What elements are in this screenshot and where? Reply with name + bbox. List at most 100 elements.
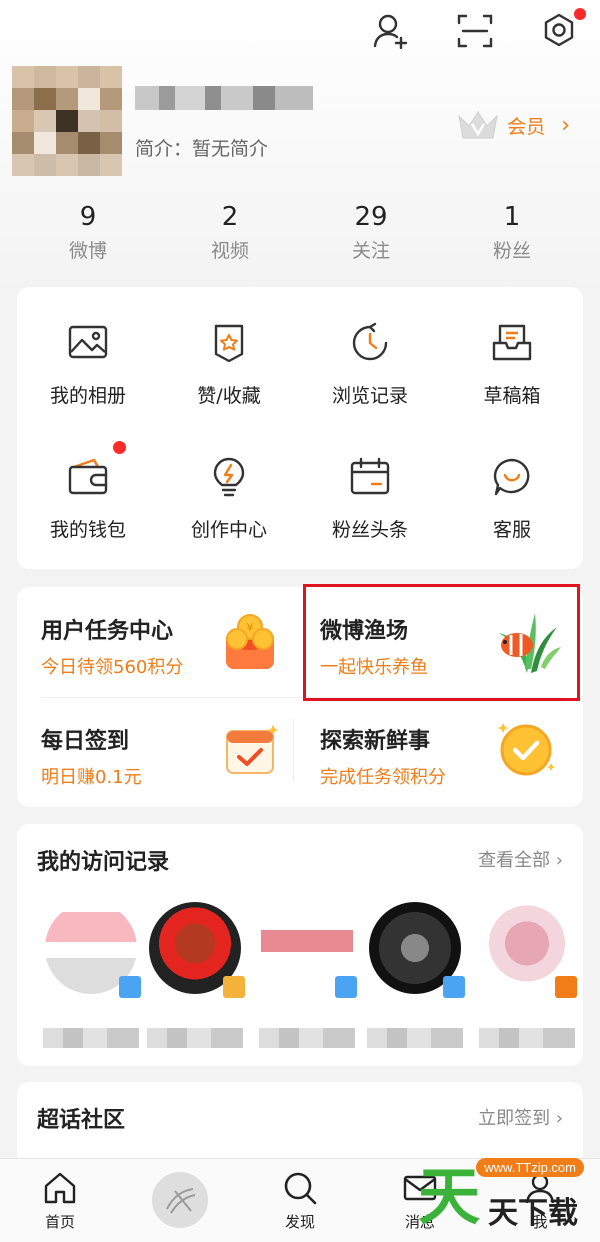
checkmark-badge-icon — [495, 717, 557, 783]
watermark-logo-char: 天 — [418, 1160, 481, 1233]
highlight-box — [303, 584, 580, 701]
super-topic-title: 超话社区 — [37, 1108, 126, 1133]
crown-icon — [458, 111, 498, 139]
video-channel-icon — [152, 1172, 208, 1228]
stat-weibo[interactable]: 9 微博 — [38, 200, 138, 263]
visitor-name-blurred — [147, 1028, 243, 1048]
grid-item-drafts[interactable]: 草稿箱 — [442, 321, 582, 408]
visitor-name-blurred — [479, 1028, 575, 1048]
visit-records-title: 我的访问记录 — [37, 850, 170, 875]
grid-item-label: 赞/收藏 — [197, 385, 261, 407]
grid-item-label: 草稿箱 — [483, 385, 541, 407]
vip-chevron: › — [561, 112, 570, 138]
tools-grid-card: 我的相册 赞/收藏 浏览记录 草稿箱 我的钱包 创作中心 粉丝头条 客服 — [17, 287, 583, 569]
vip-label: 会员 — [507, 115, 546, 138]
stat-number: 1 — [503, 202, 521, 232]
visit-records-card: 我的访问记录 查看全部 › — [17, 824, 583, 1066]
stat-video[interactable]: 2 视频 — [180, 200, 280, 263]
stat-label: 视频 — [210, 240, 249, 262]
visitor-avatar — [369, 902, 465, 998]
watermark-url: www.TTzip.com — [476, 1158, 584, 1177]
lightbulb-icon — [207, 455, 251, 499]
visitor-name-blurred — [259, 1028, 355, 1048]
username-blurred — [135, 86, 313, 110]
visit-user[interactable] — [145, 902, 245, 1048]
task-title: 探索新鲜事 — [320, 729, 431, 754]
history-icon — [348, 321, 392, 365]
profile-bio: 简介：暂无简介 — [135, 138, 269, 160]
stat-label: 关注 — [351, 240, 390, 262]
favorite-icon — [207, 321, 251, 365]
verified-badge — [223, 976, 245, 998]
task-daily-checkin[interactable]: 每日签到 明日赚0.1元 — [41, 723, 142, 789]
grid-item-album[interactable]: 我的相册 — [18, 321, 158, 408]
nav-discover[interactable]: 发现 — [260, 1169, 340, 1232]
customer-service-icon — [490, 455, 534, 499]
top-bar — [370, 8, 586, 52]
task-explore-news[interactable]: 探索新鲜事 完成任务领积分 — [320, 723, 446, 789]
grid-item-label: 我的钱包 — [49, 519, 126, 541]
task-subtitle: 今日待领560积分 — [41, 657, 184, 678]
verified-badge — [555, 976, 577, 998]
nav-label: 发现 — [284, 1213, 315, 1231]
task-title: 用户任务中心 — [41, 619, 174, 644]
visitor-avatar — [261, 902, 357, 998]
svg-text:¥: ¥ — [247, 621, 254, 634]
visit-user[interactable] — [257, 902, 357, 1048]
grid-item-fan-headline[interactable]: 粉丝头条 — [300, 455, 440, 542]
search-icon — [284, 1172, 317, 1205]
task-user-center[interactable]: 用户任务中心 今日待领560积分 — [41, 613, 183, 679]
verified-badge — [335, 976, 357, 998]
watermark-logo-text: 天下载 — [488, 1196, 578, 1231]
home-icon — [44, 1172, 76, 1204]
stat-label: 微博 — [68, 240, 107, 262]
settings-gear-icon[interactable] — [538, 8, 586, 52]
visitor-name-blurred — [367, 1028, 463, 1048]
task-subtitle: 完成任务领积分 — [320, 767, 446, 788]
grid-item-wallet[interactable]: 我的钱包 — [18, 441, 158, 542]
view-all-link[interactable]: 查看全部 › — [478, 846, 563, 872]
verified-badge — [443, 976, 465, 998]
photo-album-icon — [66, 321, 110, 365]
grid-item-history[interactable]: 浏览记录 — [300, 321, 440, 408]
stat-following[interactable]: 29 关注 — [321, 200, 421, 263]
nav-label: 首页 — [44, 1213, 75, 1231]
grid-item-label: 浏览记录 — [331, 385, 408, 407]
nav-video[interactable] — [140, 1171, 220, 1233]
vip-entry[interactable]: 会员 › — [455, 108, 570, 142]
grid-item-favorites[interactable]: 赞/收藏 — [159, 321, 299, 408]
calendar-icon — [348, 455, 392, 499]
notification-dot — [574, 8, 586, 20]
divider — [293, 719, 294, 781]
visit-user[interactable] — [41, 902, 141, 1048]
site-watermark: 天 天下载 www.TTzip.com — [412, 1148, 600, 1242]
wallet-icon — [66, 441, 126, 499]
stat-number: 9 — [79, 202, 97, 232]
task-title: 每日签到 — [41, 729, 130, 754]
grid-item-customer-service[interactable]: 客服 — [442, 455, 582, 542]
grid-item-label: 我的相册 — [49, 385, 126, 407]
visitor-avatar — [45, 902, 141, 998]
notification-dot — [113, 441, 126, 454]
grid-item-label: 创作中心 — [190, 519, 267, 541]
scan-icon[interactable] — [454, 10, 496, 52]
stat-followers[interactable]: 1 粉丝 — [462, 200, 562, 263]
visitor-avatar — [481, 902, 577, 998]
visitor-avatar — [149, 902, 245, 998]
drafts-icon — [490, 321, 534, 365]
stat-label: 粉丝 — [492, 240, 531, 262]
checkin-calendar-icon — [221, 721, 279, 783]
grid-item-label: 粉丝头条 — [331, 519, 408, 541]
add-friend-icon[interactable] — [370, 10, 412, 52]
grid-item-label: 客服 — [492, 519, 531, 541]
checkin-link[interactable]: 立即签到 › — [478, 1104, 563, 1130]
visit-user[interactable] — [477, 902, 577, 1048]
nav-home[interactable]: 首页 — [20, 1169, 100, 1232]
visitor-name-blurred — [43, 1028, 139, 1048]
stat-number: 29 — [354, 202, 388, 232]
visit-user[interactable] — [365, 902, 465, 1048]
verified-badge — [119, 976, 141, 998]
stat-number: 2 — [221, 202, 239, 232]
profile-avatar[interactable] — [12, 66, 122, 176]
grid-item-creator-center[interactable]: 创作中心 — [159, 455, 299, 542]
